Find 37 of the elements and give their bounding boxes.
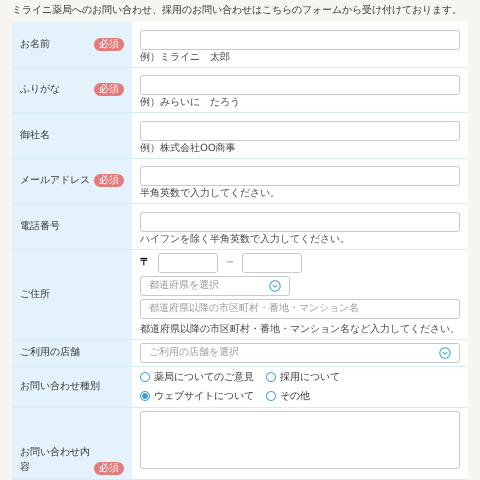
dash: − [226,256,234,270]
hint-text: 例）ミライニ 太郎 [140,52,231,64]
field-label: お問い合わせ内容 [20,446,90,474]
field-label: メールアドレス [20,174,90,188]
input-field[interactable] [140,75,460,95]
hint-text: ハイフンを除く半角英数で入力してください。 [140,234,351,246]
hint-text: 都道府県以降の市区町村・番地・マンション名など入力してください。 [140,324,460,336]
field-label: お問い合わせ種別 [20,380,100,394]
field-label: 電話番号 [20,220,60,234]
chevron-down-icon [439,346,451,358]
radio-option[interactable]: 薬局についてのご意見 [140,370,254,384]
radio-option[interactable]: ウェブサイトについて [140,388,254,404]
chevron-down-icon [269,280,281,292]
hint-text: 半角英数で入力してください。 [140,188,281,200]
field-label: ふりがな [20,83,60,98]
input-field[interactable] [140,30,460,50]
input-field[interactable] [140,166,460,186]
required-badge: 必須 [94,83,124,96]
field-label: ご利用の店舗 [20,346,80,360]
required-badge: 必須 [94,174,124,188]
input-field[interactable] [140,212,460,232]
field-label: ご住所 [20,288,50,302]
required-badge: 必須 [94,462,124,474]
postal-mark: 〒 [140,256,150,270]
input-field[interactable] [242,252,302,272]
required-badge: 必須 [94,38,124,51]
input-field[interactable]: 都道府県以降の市区町村・番地・マンション名 [140,298,460,318]
radio-option[interactable]: その他 [266,388,310,404]
message-field[interactable] [140,410,460,468]
input-field[interactable] [140,120,460,140]
input-field[interactable] [158,252,218,272]
hint-text: 例）株式会社OO商事 [140,142,237,154]
hint-text: 例）みらいに たろう [140,97,241,109]
field-label: お名前 [20,38,50,52]
intro-text: ミライニ薬局へのお問い合わせ、採用のお問い合わせはこちらのフォームから受け付けております。 [12,4,463,17]
radio-option[interactable]: 採用について [266,370,340,384]
field-label: 御社名 [20,128,50,143]
